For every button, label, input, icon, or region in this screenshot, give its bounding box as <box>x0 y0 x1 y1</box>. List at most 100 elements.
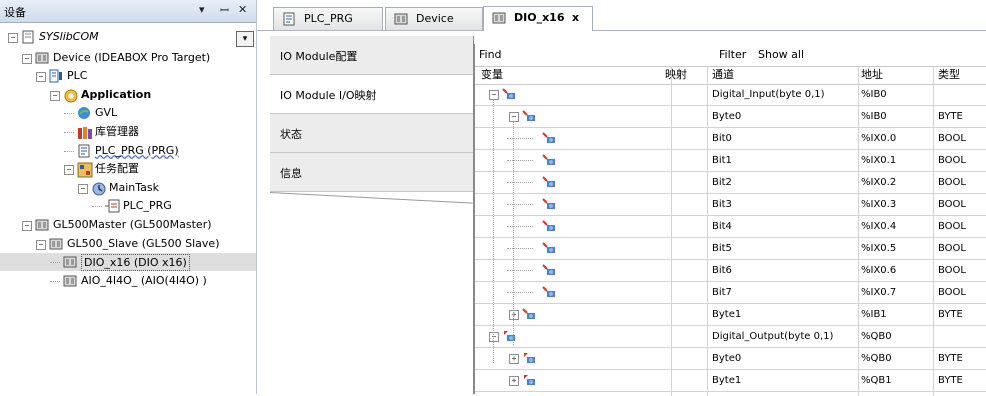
tree-item[interactable]: − 任务配置 <box>0 160 256 178</box>
tab-plc_prg[interactable]: PLC_PRG <box>273 7 383 30</box>
tree-connector <box>507 270 533 271</box>
project-dropdown-button[interactable]: ▾ <box>236 31 254 47</box>
collapse-icon[interactable]: − <box>64 165 74 176</box>
side-menu-item[interactable]: IO Module配置 <box>270 36 473 75</box>
table-row[interactable]: + Byte1 %QB1 BYTE <box>475 370 986 392</box>
address-cell: %IX0.6 <box>861 265 897 276</box>
tree-item-label: Device (IDEABOX Pro Target) <box>53 50 211 64</box>
column-header[interactable]: 映射 <box>665 66 687 84</box>
type-cell: BYTE <box>938 353 963 364</box>
type-cell: BYTE <box>938 309 963 320</box>
channel-cell: Bit7 <box>712 287 732 298</box>
type-cell: BOOL <box>938 133 966 144</box>
tree-item[interactable]: PLC_PRG (PRG) <box>0 142 256 160</box>
collapse-icon[interactable]: − <box>36 72 46 83</box>
address-cell: %IB0 <box>861 111 887 122</box>
tree-item[interactable]: − GL500Master (GL500Master) <box>0 216 256 234</box>
input-var-icon <box>522 109 536 126</box>
tree-item[interactable]: PLC_PRG <box>0 197 256 215</box>
tree-item[interactable]: − MainTask <box>0 179 256 197</box>
type-cell: BYTE <box>938 375 963 386</box>
table-row[interactable]: Bit7 %IX0.7 BOOL <box>475 282 986 304</box>
collapse-icon[interactable]: − <box>489 90 499 100</box>
column-header[interactable]: 通道 <box>712 66 734 84</box>
address-cell: %IX0.0 <box>861 133 897 144</box>
table-row[interactable]: Bit2 %IX0.2 BOOL <box>475 172 986 194</box>
channel-cell: Bit3 <box>712 199 732 210</box>
tree-item-label: AIO_4I4O_ (AIO(4I4O) ) <box>81 273 207 287</box>
close-tab-icon[interactable]: x <box>572 7 579 29</box>
tree-item[interactable]: − SYSlibCOM <box>0 28 256 46</box>
expand-icon[interactable]: + <box>509 354 519 364</box>
address-cell: %QB0 <box>861 353 892 364</box>
table-row[interactable]: − Byte0 %IB0 BYTE <box>475 106 986 128</box>
collapse-icon[interactable]: − <box>22 221 32 231</box>
filter-dropdown[interactable]: Show all <box>758 48 804 61</box>
find-label[interactable]: Find <box>479 48 502 61</box>
input-var-icon <box>542 197 556 214</box>
table-row[interactable]: − Digital_Output(byte 0,1) %QB0 <box>475 326 986 348</box>
collapse-icon[interactable]: − <box>8 33 18 43</box>
device-tree: − SYSlibCOM − Device (IDEABOX Pro Target) − P… <box>0 28 256 388</box>
tree-connector <box>64 113 74 115</box>
collapse-icon[interactable]: − <box>509 112 519 122</box>
tree-item[interactable]: 库管理器 <box>0 123 256 141</box>
table-row[interactable]: + Byte0 %QB0 BYTE <box>475 348 986 370</box>
tree-item[interactable]: − PLC <box>0 67 256 85</box>
grid-filter-bar: Find Filter Show all <box>475 44 986 67</box>
panel-menu-dropdown-icon[interactable]: ▾ <box>199 3 205 16</box>
tree-item-label: GL500Master (GL500Master) <box>53 218 212 231</box>
collapse-icon[interactable]: − <box>78 183 88 194</box>
table-row[interactable]: Bit4 %IX0.4 BOOL <box>475 216 986 238</box>
tree-item[interactable]: − GL500_Slave (GL500 Slave) <box>0 235 256 253</box>
tree-connector <box>493 99 494 363</box>
table-row[interactable]: Bit3 %IX0.3 BOOL <box>475 194 986 216</box>
tree-item[interactable]: GVL <box>0 104 256 122</box>
table-row[interactable]: Bit5 %IX0.5 BOOL <box>475 238 986 260</box>
program-icon <box>282 12 296 34</box>
side-menu-item[interactable]: 信息 <box>270 153 473 192</box>
column-header[interactable]: 变量 <box>481 66 503 84</box>
tree-item[interactable]: − Device (IDEABOX Pro Target) <box>0 49 256 67</box>
table-row[interactable]: Bit0 %IX0.0 BOOL <box>475 128 986 150</box>
expand-icon[interactable]: + <box>509 376 519 386</box>
table-row[interactable]: − Digital_Input(byte 0,1) %IB0 <box>475 84 986 106</box>
devices-panel-title: 设备 <box>4 6 26 19</box>
input-var-icon <box>502 87 516 104</box>
collapse-icon[interactable]: − <box>489 332 499 342</box>
column-divider <box>933 66 934 396</box>
channel-cell: Digital_Output(byte 0,1) <box>712 331 834 342</box>
device-editor-side-menu: IO Module配置 IO Module I/O映射 状态 信息 <box>269 36 473 394</box>
tab-device[interactable]: Device <box>385 7 483 30</box>
tab-label: PLC_PRG <box>304 12 353 25</box>
address-cell: %IX0.7 <box>861 287 897 298</box>
editor-tab-strip: PLC_PRG Device DIO_x16 x <box>257 0 986 31</box>
side-menu-item[interactable]: 状态 <box>270 114 473 153</box>
devices-panel: 设备 ▾ ꟷ ✕ − SYSlibCOM − Device (IDEABOX Pro … <box>0 0 257 394</box>
collapse-icon[interactable]: − <box>50 90 60 101</box>
collapse-icon[interactable]: − <box>36 239 46 250</box>
close-icon[interactable]: ✕ <box>238 3 247 16</box>
device-icon <box>394 12 408 34</box>
column-header[interactable]: 地址 <box>861 66 883 84</box>
tree-item[interactable]: − Application <box>0 86 256 104</box>
column-header[interactable]: 类型 <box>938 66 960 84</box>
address-cell: %IB1 <box>861 309 887 320</box>
table-row[interactable]: + Byte1 %IB1 BYTE <box>475 304 986 326</box>
tree-item[interactable]: AIO_4I4O_ (AIO(4I4O) ) <box>0 272 256 290</box>
tree-item-label: MainTask <box>109 180 159 194</box>
tree-connector <box>50 262 60 264</box>
table-row[interactable]: Bit6 %IX0.6 BOOL <box>475 260 986 282</box>
input-var-icon <box>542 131 556 148</box>
pin-icon[interactable]: ꟷ <box>220 3 229 18</box>
column-divider <box>671 66 672 396</box>
type-cell: BOOL <box>938 221 966 232</box>
tree-item[interactable]: DIO_x16 (DIO x16) <box>0 253 256 272</box>
expand-icon[interactable]: + <box>509 310 519 320</box>
tree-connector <box>513 121 514 345</box>
tab-dio_x16[interactable]: DIO_x16 x <box>483 6 593 31</box>
table-row[interactable]: Bit1 %IX0.1 BOOL <box>475 150 986 172</box>
collapse-icon[interactable]: − <box>22 53 32 64</box>
project-icon <box>21 30 35 50</box>
side-menu-item[interactable]: IO Module I/O映射 <box>270 75 473 114</box>
